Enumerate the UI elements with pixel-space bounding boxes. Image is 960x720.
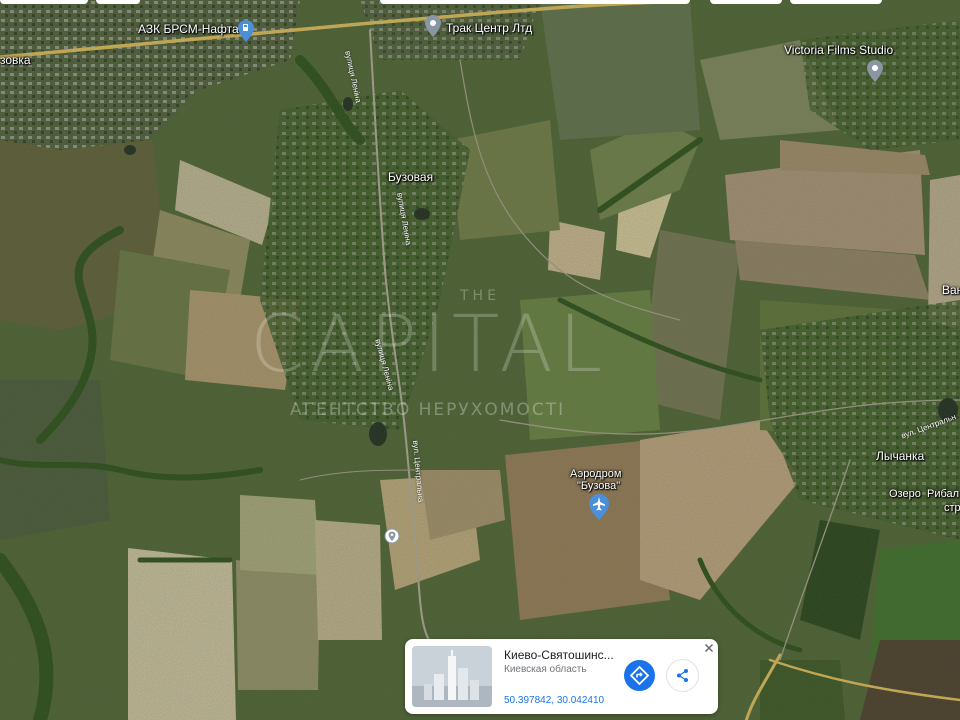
place-info-card[interactable]: Киево-Святошинс... Киевская область 50.3… [405,639,718,714]
close-icon [705,644,713,652]
share-button[interactable] [667,660,698,691]
top-chrome-bar-2 [96,0,140,4]
satellite-map[interactable] [0,0,960,720]
place-label-azk[interactable]: АЗК БРСМ-Нафта [138,22,239,36]
imagery-grain [0,0,960,720]
place-label-truck-center[interactable]: Трак Центр Лтд [446,21,532,35]
top-chrome-bar-5 [790,0,882,4]
place-label-lychanka[interactable]: Лычанка [876,449,924,463]
fuel-icon[interactable] [238,20,254,42]
airplane-icon[interactable] [589,494,609,520]
place-label-airfield-line2[interactable]: "Бузова" [577,480,620,492]
place-thumbnail[interactable] [412,646,492,707]
place-label-lake-2[interactable]: Рибал [927,488,959,500]
place-coordinates[interactable]: 50.397842, 30.042410 [504,695,604,706]
top-chrome-bar-3 [380,0,690,4]
close-button[interactable] [702,641,716,655]
top-chrome-bar-4 [710,0,782,4]
share-icon [677,669,688,682]
place-label-buzovaya[interactable]: Бузовая [388,170,433,184]
place-label-lake-1[interactable]: Озеро [889,488,921,500]
place-region: Киевская область [504,664,587,675]
place-label-edge-right[interactable]: Ван [942,283,960,297]
place-icon-truck-center[interactable] [425,15,441,37]
place-label-airfield-line1[interactable]: Аэродром [570,468,621,480]
directions-icon [629,665,650,686]
place-label-lake-3[interactable]: стр [944,502,960,514]
place-label-victoria-films[interactable]: Victoria Films Studio [784,43,893,57]
place-label-edge-left[interactable]: зовка [0,53,31,67]
top-chrome-bar-1 [0,0,88,4]
place-icon-victoria[interactable] [867,60,883,82]
directions-button[interactable] [624,660,655,691]
dropped-pin-icon[interactable] [384,528,400,546]
place-title: Киево-Святошинс... [504,648,614,662]
